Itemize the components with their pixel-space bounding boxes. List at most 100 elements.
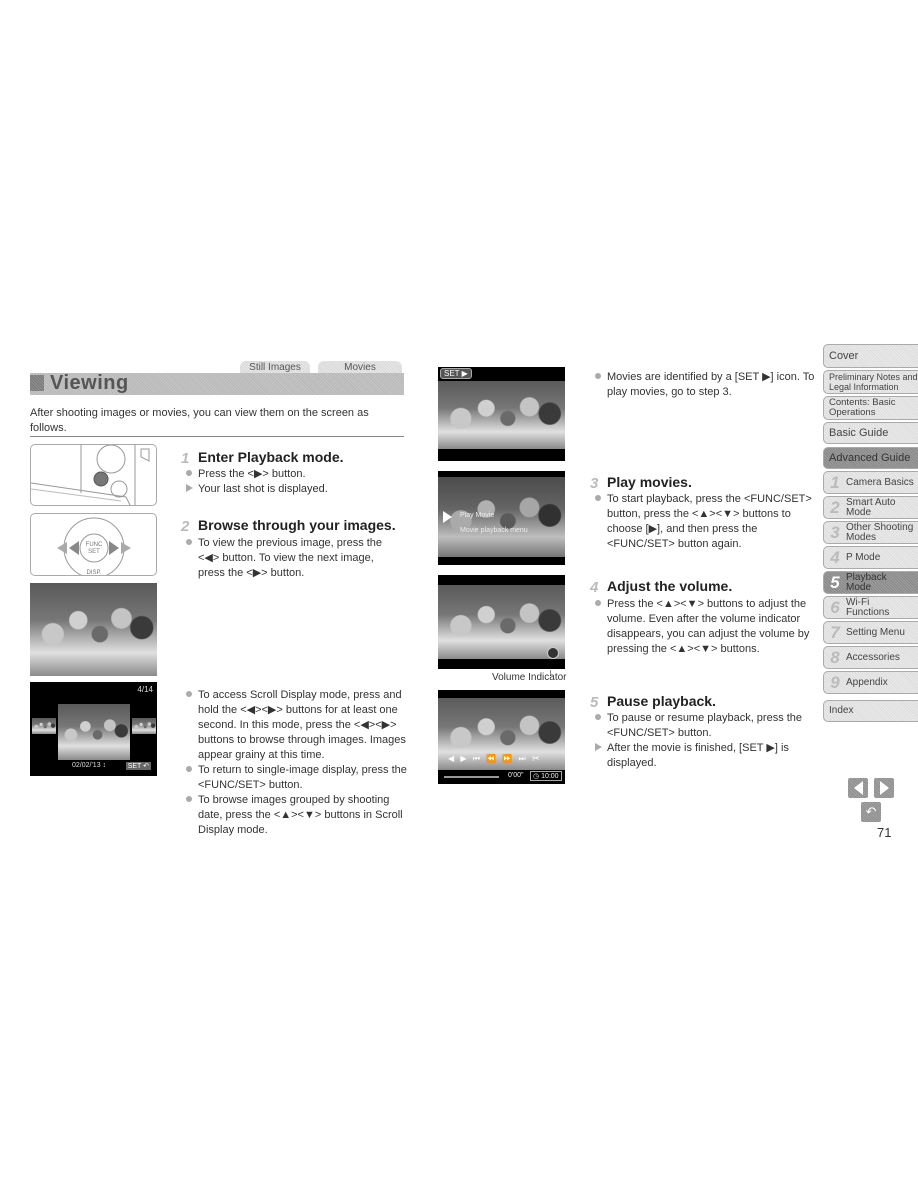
bullet-text: To access Scroll Display mode, press and… <box>198 689 406 761</box>
step-4-bullet: Press the <▲><▼> buttons to adjust the v… <box>595 597 817 657</box>
step-5-bullet: To pause or resume playback, press the <… <box>595 711 817 771</box>
nav-chapter-1[interactable]: 1 Camera Basics <box>823 471 918 494</box>
nav-chapter-3[interactable]: 3 Other Shooting Modes <box>823 521 918 544</box>
result-arrow-icon <box>186 484 193 492</box>
bullet-icon <box>186 766 192 772</box>
total-time: ◷ 10:00 <box>530 771 562 781</box>
bullet-icon <box>595 714 601 720</box>
chapter-number: 6 <box>830 597 840 617</box>
svg-text:SET: SET <box>88 549 100 555</box>
svg-text:FUNC: FUNC <box>86 542 103 548</box>
bullet-icon <box>186 470 192 476</box>
step-2-number: 2 <box>181 518 190 535</box>
bullet-text: Movies are identified by a [SET ▶] icon.… <box>607 371 815 398</box>
step-2-bullet: To view the previous image, press the <◀… <box>186 536 391 581</box>
progress-bar <box>444 776 499 778</box>
menu-play-movie: Play Movie <box>460 512 495 519</box>
bullet-text: Press the <▲><▼> buttons to adjust the v… <box>607 598 810 655</box>
previous-page-button[interactable] <box>848 778 868 798</box>
chapter-label: Smart Auto Mode <box>846 496 896 518</box>
chapter-label: Setting Menu <box>846 626 905 638</box>
step-4-number: 4 <box>590 579 599 596</box>
nav-index[interactable]: Index <box>823 700 918 722</box>
arrow-right-icon <box>879 781 889 795</box>
step-1-bullet: Press the <▶> button. Your last shot is … <box>186 467 406 497</box>
step-5-number: 5 <box>590 694 599 711</box>
nav-chapter-8[interactable]: 8 Accessories <box>823 646 918 669</box>
divider <box>30 436 404 437</box>
set-return-icon: SET ↶ <box>125 762 151 770</box>
step-3-bullet: To start playback, press the <FUNC/SET> … <box>595 492 817 552</box>
return-button[interactable]: ↶ <box>861 802 881 822</box>
chapter-number: 5 <box>830 572 840 592</box>
chapter-number: 8 <box>830 647 840 667</box>
nav-chapter-4[interactable]: 4 P Mode <box>823 546 918 569</box>
scroll-next-thumb <box>132 718 156 734</box>
nav-chapter-2[interactable]: 2 Smart Auto Mode <box>823 496 918 519</box>
chapter-label: Accessories <box>846 651 900 663</box>
next-page-button[interactable] <box>874 778 894 798</box>
title-marker <box>30 375 44 391</box>
bullet-text: Press the <▶> button. <box>198 468 306 480</box>
chapter-label: Appendix <box>846 676 888 688</box>
result-text: Your last shot is displayed. <box>198 483 328 495</box>
nav-chapter-6[interactable]: 6 Wi-Fi Functions <box>823 596 918 619</box>
step-2-title: Browse through your images. <box>198 517 396 533</box>
bullet-icon <box>186 539 192 545</box>
bullet-icon <box>186 691 192 697</box>
nav-basic-guide[interactable]: Basic Guide <box>823 422 918 444</box>
step-5-title: Pause playback. <box>607 693 716 709</box>
nav-chapter-9[interactable]: 9 Appendix <box>823 671 918 694</box>
volume-indicator-icon <box>547 647 559 659</box>
volume-caption: Volume Indicator <box>492 672 567 683</box>
bullet-text: To pause or resume playback, press the <… <box>607 712 803 739</box>
chapter-label: Other Shooting Modes <box>846 521 914 543</box>
chapter-label: Wi-Fi Functions <box>846 596 890 618</box>
chapter-number: 3 <box>830 522 840 542</box>
sample-photo <box>30 583 157 676</box>
playback-controls: ◀ ▶ ⏮ ⏪ ⏩ ⏭ ✂ <box>448 754 542 763</box>
return-icon: ↶ <box>865 804 877 819</box>
elapsed-time: 0'00" <box>508 772 524 779</box>
chapter-number: 4 <box>830 547 840 567</box>
arrow-left-icon <box>853 781 863 795</box>
bullet-icon <box>595 373 601 379</box>
movie-badge: SET ▶ <box>440 368 472 379</box>
nav-chapter-5[interactable]: 5 Playback Mode <box>823 571 918 594</box>
nav-preliminary-notes[interactable]: Preliminary Notes and Legal Information <box>823 370 918 394</box>
nav-chapter-7[interactable]: 7 Setting Menu <box>823 621 918 644</box>
bullet-text: To return to single-image display, press… <box>198 764 407 791</box>
svg-text:DISP.: DISP. <box>87 570 102 576</box>
volume-photo <box>438 585 565 659</box>
bullet-icon <box>595 495 601 501</box>
volume-screen <box>438 575 565 669</box>
step-1-number: 1 <box>181 450 190 467</box>
page-number: 71 <box>877 825 892 840</box>
result-arrow-icon <box>595 743 602 751</box>
movie-photo <box>438 381 565 449</box>
chapter-number: 7 <box>830 622 840 642</box>
movie-note: Movies are identified by a [SET ▶] icon.… <box>595 370 817 400</box>
nav-advanced-guide[interactable]: Advanced Guide <box>823 447 918 469</box>
chapter-number: 9 <box>830 672 840 692</box>
chapter-label: Playback Mode <box>846 571 887 593</box>
total-time-text: 10:00 <box>541 773 559 780</box>
nav-cover[interactable]: Cover <box>823 344 918 368</box>
play-movie-photo <box>438 477 565 557</box>
bullet-icon <box>595 600 601 606</box>
camera-back-drawing <box>31 445 150 505</box>
step-3-title: Play movies. <box>607 474 692 490</box>
play-icon <box>443 511 452 523</box>
bullet-icon <box>186 796 192 802</box>
nav-contents[interactable]: Contents: Basic Operations <box>823 396 918 420</box>
shooting-date: 02/02/'13 ↕ <box>72 762 107 769</box>
image-counter: 4/14 <box>137 685 153 694</box>
pause-screen: ◀ ▶ ⏮ ⏪ ⏩ ⏭ ✂ 0'00" ◷ 10:00 <box>438 690 565 784</box>
bullet-text: To view the previous image, press the <◀… <box>198 537 383 579</box>
intro-text: After shooting images or movies, you can… <box>30 407 369 434</box>
bullet-text: To browse images grouped by shooting dat… <box>198 794 403 836</box>
scroll-prev-thumb <box>32 718 56 734</box>
control-dial-drawing: FUNC SET DISP. <box>57 517 131 576</box>
page-title: Viewing <box>50 372 129 394</box>
movie-identified-screen: SET ▶ <box>438 367 565 461</box>
